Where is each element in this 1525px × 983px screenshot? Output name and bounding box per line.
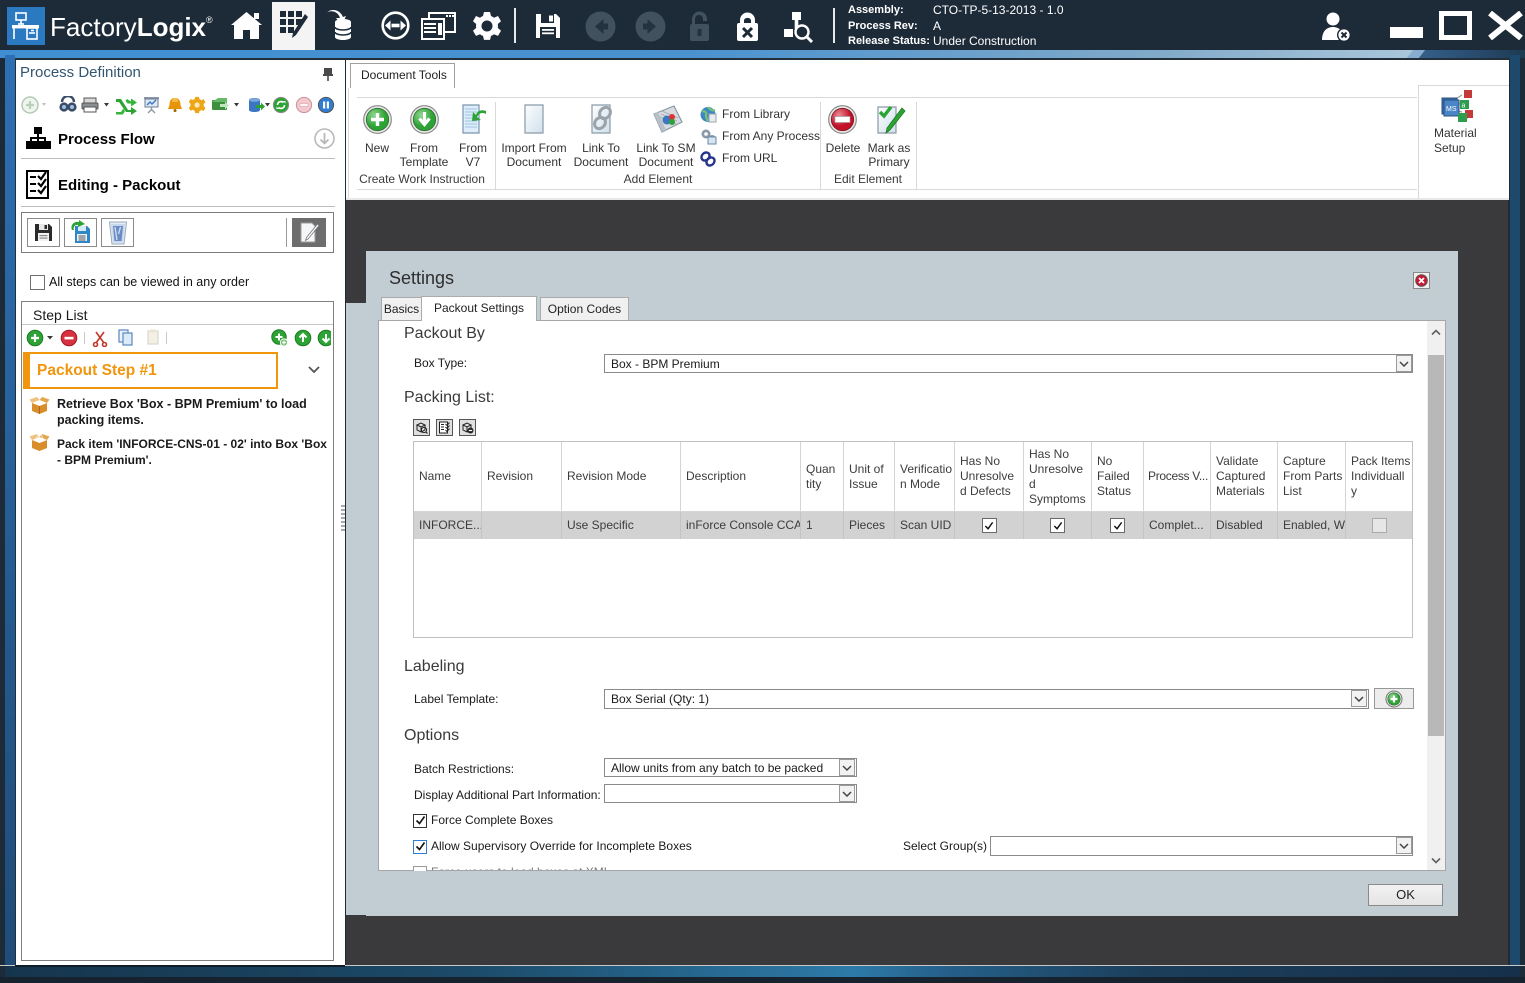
- svg-text:a: a: [1462, 103, 1466, 110]
- svg-text:MS: MS: [1446, 106, 1457, 113]
